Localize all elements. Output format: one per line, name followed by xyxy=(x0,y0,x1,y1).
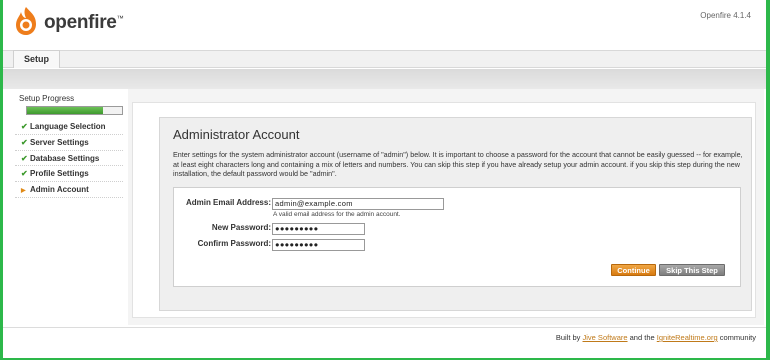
window-border-right xyxy=(766,0,770,360)
sidebar-item-admin-account: ▶ Admin Account xyxy=(15,182,123,198)
flame-icon xyxy=(16,7,36,35)
setup-progress-fill xyxy=(27,107,103,114)
checkmark-icon: ✔ xyxy=(21,122,28,131)
setup-progress-bar xyxy=(26,106,123,115)
arrow-right-icon: ▶ xyxy=(21,188,26,195)
page-title: Administrator Account xyxy=(173,127,300,142)
sidebar-item-server-settings: ✔ Server Settings xyxy=(15,135,123,151)
page-header: openfire™ Openfire 4.1.4 xyxy=(3,0,766,50)
igniterealtime-link[interactable]: IgniteRealtime.org xyxy=(657,333,718,342)
sub-navigation-bar xyxy=(3,69,766,89)
skip-this-step-button[interactable]: Skip This Step xyxy=(659,264,725,276)
email-label: Admin Email Address: xyxy=(185,198,271,207)
setup-sidebar: Setup Progress ✔ Language Selection ✔ Serv… xyxy=(3,89,128,211)
checkmark-icon: ✔ xyxy=(21,169,28,179)
sidebar-item-profile-settings: ✔ Profile Settings xyxy=(15,166,123,183)
sidebar-item-language-selection: ✔ Language Selection xyxy=(15,119,123,135)
tab-setup[interactable]: Setup xyxy=(13,50,60,68)
email-field[interactable]: admin@example.com xyxy=(272,198,444,210)
page-description: Enter settings for the system administra… xyxy=(173,150,743,179)
setup-progress-title: Setup Progress xyxy=(19,94,75,103)
jive-software-link[interactable]: Jive Software xyxy=(583,333,628,342)
confirm-password-field[interactable]: ●●●●●●●●● xyxy=(272,239,365,251)
footer-divider xyxy=(3,327,766,328)
main-area: Administrator Account Enter settings for… xyxy=(128,89,764,325)
sidebar-item-database-settings: ✔ Database Settings xyxy=(15,151,123,167)
openfire-logo[interactable]: openfire™ xyxy=(12,6,124,36)
checkmark-icon: ✔ xyxy=(21,137,28,147)
footer-text-middle: and the xyxy=(629,333,655,342)
setup-steps-list: ✔ Language Selection ✔ Server Settings ✔ Da… xyxy=(15,119,123,198)
new-password-field[interactable]: ●●●●●●●●● xyxy=(272,223,365,235)
main-panel: Administrator Account Enter settings for… xyxy=(132,102,756,318)
email-hint: A valid email address for the admin acco… xyxy=(273,211,401,218)
confirm-password-label: Confirm Password: xyxy=(197,239,271,248)
tab-bar: Setup xyxy=(3,50,766,68)
checkmark-icon: ✔ xyxy=(21,153,28,163)
new-password-label: New Password: xyxy=(211,223,271,232)
admin-account-section: Administrator Account Enter settings for… xyxy=(159,117,752,311)
admin-account-form: Admin Email Address: admin@example.com A… xyxy=(173,187,741,287)
version-label: Openfire 4.1.4 xyxy=(700,11,751,20)
logo-text: openfire™ xyxy=(44,12,124,33)
footer-text-prefix: Built by xyxy=(555,333,581,342)
continue-button[interactable]: Continue xyxy=(611,264,656,276)
footer-text-suffix: community xyxy=(719,333,756,342)
page-footer: Built by Jive Software and the IgniteRea… xyxy=(556,333,756,342)
